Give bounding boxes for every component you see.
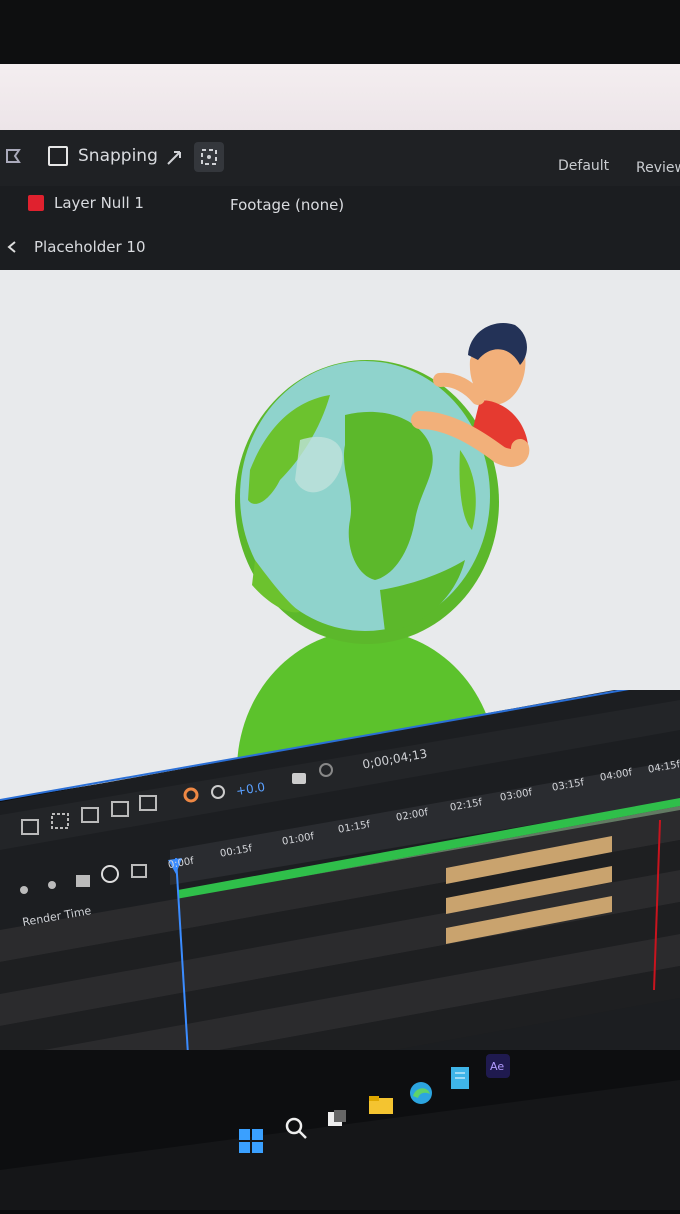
windows-start-icon[interactable]	[238, 1128, 264, 1158]
notepad-icon[interactable]	[450, 1066, 470, 1094]
edge-browser-icon[interactable]	[408, 1080, 434, 1110]
svg-text:Ae: Ae	[490, 1060, 504, 1073]
windows-taskbar: Ae	[0, 1050, 680, 1210]
file-explorer-icon[interactable]	[368, 1094, 394, 1120]
task-view-icon[interactable]	[326, 1108, 348, 1134]
globe-illustration	[235, 360, 499, 644]
after-effects-icon[interactable]: Ae	[486, 1054, 510, 1082]
search-icon[interactable]	[284, 1116, 308, 1144]
